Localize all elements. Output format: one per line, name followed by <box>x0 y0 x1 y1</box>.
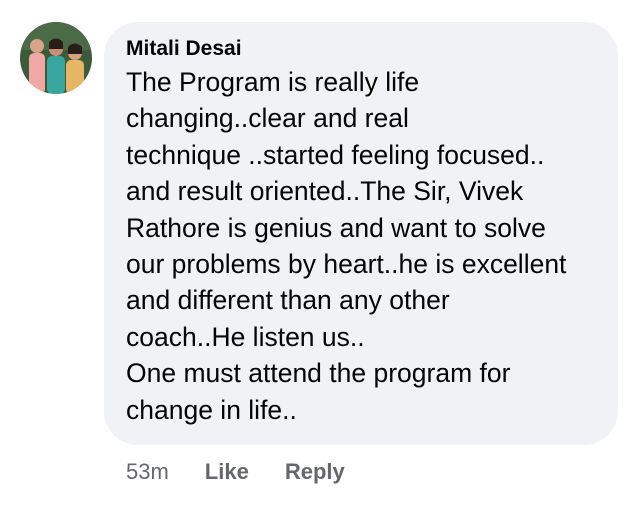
comment-actions: 53m Like Reply <box>126 456 381 488</box>
comment-timestamp[interactable]: 53m <box>126 459 169 485</box>
profile-photo-icon <box>20 22 92 94</box>
comment-text: The Program is really life changing..cle… <box>126 67 567 425</box>
comment-author[interactable]: Mitali Desai <box>126 36 604 62</box>
reply-button[interactable]: Reply <box>285 459 345 485</box>
avatar[interactable] <box>20 22 92 94</box>
like-button[interactable]: Like <box>205 459 249 485</box>
comment-bubble: Mitali Desai The Program is really life … <box>104 22 618 445</box>
comment: Mitali Desai The Program is really life … <box>0 0 640 514</box>
